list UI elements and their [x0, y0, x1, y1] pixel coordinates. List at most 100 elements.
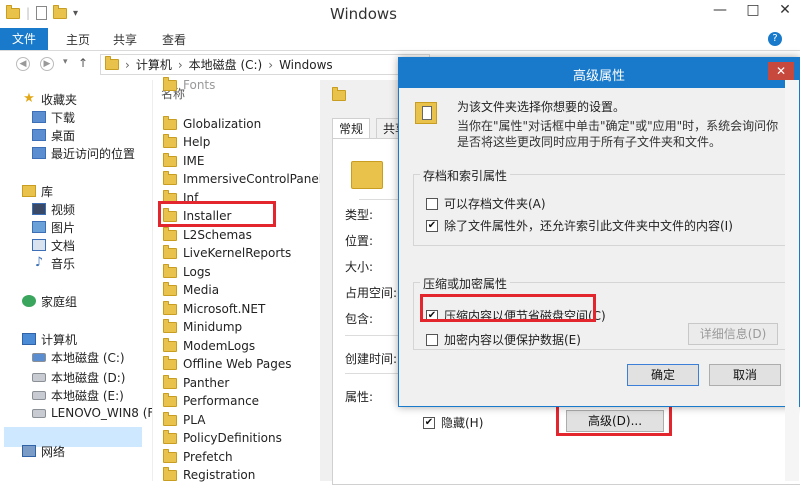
- desktop-icon: [32, 129, 46, 141]
- file-list-item[interactable]: Registration: [163, 466, 255, 484]
- nav-label: 视频: [51, 202, 76, 217]
- help-icon[interactable]: ?: [768, 32, 782, 46]
- file-list-item[interactable]: L2Schemas: [163, 226, 252, 244]
- tab-home[interactable]: 主页: [66, 31, 90, 48]
- nav-item-desktop[interactable]: 桌面: [32, 126, 75, 144]
- dialog-close-button[interactable]: ✕: [768, 62, 794, 80]
- nav-item-drive-f[interactable]: LENOVO_WIN8 (F:: [32, 404, 157, 422]
- file-list-item[interactable]: Panther: [163, 374, 229, 392]
- recent-dropdown-icon[interactable]: ▾: [63, 57, 68, 67]
- video-icon: [32, 203, 46, 215]
- qat-dropdown-icon[interactable]: ▾: [73, 8, 78, 19]
- nav-item-homegroup[interactable]: 家庭组: [22, 292, 77, 310]
- checkbox-box: ✔: [423, 416, 435, 429]
- close-button[interactable]: ✕: [770, 2, 800, 18]
- hidden-checkbox[interactable]: ✔ 隐藏(H): [423, 414, 483, 431]
- folder-icon[interactable]: [6, 4, 20, 19]
- file-list-item[interactable]: PLA: [163, 411, 205, 429]
- breadcrumb-windows[interactable]: Windows: [279, 58, 333, 72]
- file-list-item[interactable]: Logs: [163, 263, 211, 281]
- file-list-item[interactable]: ImmersiveControlPanel: [163, 170, 322, 188]
- ok-button[interactable]: 确定: [627, 364, 699, 386]
- file-list-item[interactable]: LiveKernelReports: [163, 244, 291, 262]
- group-title: 压缩或加密属性: [420, 275, 511, 292]
- nav-item-documents[interactable]: 文档: [32, 236, 75, 254]
- file-list-item[interactable]: Performance: [163, 392, 259, 410]
- scrollbar[interactable]: [785, 80, 799, 481]
- forward-icon[interactable]: ▶: [40, 57, 54, 71]
- file-list-item[interactable]: Minidump: [163, 318, 242, 336]
- file-list-item[interactable]: PolicyDefinitions: [163, 429, 282, 447]
- folder-icon: [332, 87, 346, 101]
- nav-item-videos[interactable]: 视频: [32, 200, 75, 218]
- file-list-item[interactable]: Globalization: [163, 115, 261, 133]
- details-button[interactable]: 详细信息(D): [688, 323, 778, 345]
- file-name: PLA: [183, 413, 206, 427]
- homegroup-icon: [22, 295, 36, 307]
- back-icon[interactable]: ◀: [16, 57, 30, 71]
- nav-item-libraries[interactable]: 库: [22, 182, 53, 200]
- file-name: Minidump: [183, 320, 243, 334]
- nav-item-network[interactable]: 网络: [22, 442, 65, 460]
- properties-icon[interactable]: [36, 6, 48, 20]
- label-location: 位置:: [345, 234, 374, 248]
- file-list-item[interactable]: Help: [163, 133, 210, 151]
- address-bar[interactable]: › 计算机 › 本地磁盘 (C:) › Windows: [100, 54, 430, 75]
- file-name: Globalization: [183, 117, 262, 131]
- tab-view[interactable]: 查看: [162, 31, 186, 48]
- nav-item-favorites[interactable]: ★ 收藏夹: [22, 90, 77, 108]
- file-name: IME: [183, 154, 205, 168]
- file-name: Registration: [183, 468, 256, 482]
- library-icon: [22, 185, 36, 197]
- archive-checkbox[interactable]: 可以存档文件夹(A): [426, 195, 546, 212]
- index-checkbox[interactable]: ✔ 除了文件属性外，还允许索引此文件夹中文件的内容(I): [426, 217, 733, 234]
- file-name: ModemLogs: [183, 339, 256, 353]
- nav-item-drive-c[interactable]: 本地磁盘 (C:): [32, 348, 125, 366]
- quick-access-toolbar: | ▾: [6, 4, 78, 20]
- nav-label: LENOVO_WIN8 (F:: [51, 406, 158, 420]
- file-list-item[interactable]: Microsoft.NET: [163, 300, 265, 318]
- nav-item-downloads[interactable]: 下载: [32, 108, 75, 126]
- nav-item-computer[interactable]: 计算机: [22, 330, 77, 348]
- file-list-item[interactable]: ModemLogs: [163, 337, 255, 355]
- file-name: Prefetch: [183, 450, 233, 464]
- file-list-item[interactable]: Prefetch: [163, 448, 233, 466]
- file-list-item[interactable]: Offline Web Pages: [163, 355, 291, 373]
- minimize-button[interactable]: —: [705, 2, 735, 18]
- file-list-item[interactable]: Fonts: [163, 76, 215, 94]
- folder-icon: [163, 337, 177, 352]
- highlight-box-advanced: [556, 404, 672, 436]
- file-name: Help: [183, 135, 211, 149]
- encrypt-checkbox[interactable]: 加密内容以便保护数据(E): [426, 331, 581, 348]
- tab-general[interactable]: 常规: [332, 118, 371, 139]
- cancel-button[interactable]: 取消: [709, 364, 781, 386]
- file-list-item[interactable]: IME: [163, 152, 204, 170]
- nav-label: 图片: [51, 220, 76, 235]
- file-list-item[interactable]: Media: [163, 281, 219, 299]
- folder-icon: [163, 152, 177, 167]
- folder-icon: [163, 411, 177, 426]
- nav-item-pictures[interactable]: 图片: [32, 218, 75, 236]
- nav-label: 下载: [51, 110, 76, 125]
- maximize-button[interactable]: □: [738, 2, 768, 18]
- label-attributes: 属性:: [345, 390, 374, 404]
- nav-item-drive-d[interactable]: 本地磁盘 (D:): [32, 368, 125, 386]
- folder-icon: [163, 374, 177, 389]
- breadcrumb-computer[interactable]: 计算机: [136, 56, 172, 73]
- new-folder-icon[interactable]: [53, 4, 68, 19]
- tab-file[interactable]: 文件: [0, 28, 48, 50]
- nav-item-drive-e[interactable]: 本地磁盘 (E:): [32, 386, 124, 404]
- file-name: ImmersiveControlPanel: [183, 172, 323, 186]
- chevron-right-icon: ›: [177, 57, 183, 72]
- folder-icon: [163, 466, 177, 481]
- nav-item-recent[interactable]: 最近访问的位置: [32, 144, 135, 162]
- breadcrumb-drive-c[interactable]: 本地磁盘 (C:): [189, 56, 263, 73]
- nav-item-music[interactable]: ♪ 音乐: [32, 254, 75, 272]
- up-icon[interactable]: ↑: [78, 56, 88, 70]
- tab-share[interactable]: 共享: [113, 31, 137, 48]
- nav-label: 音乐: [51, 256, 76, 271]
- label-size: 大小:: [345, 260, 374, 274]
- network-icon: [22, 445, 36, 457]
- drive-icon: [32, 390, 46, 400]
- folder-icon: [163, 226, 177, 241]
